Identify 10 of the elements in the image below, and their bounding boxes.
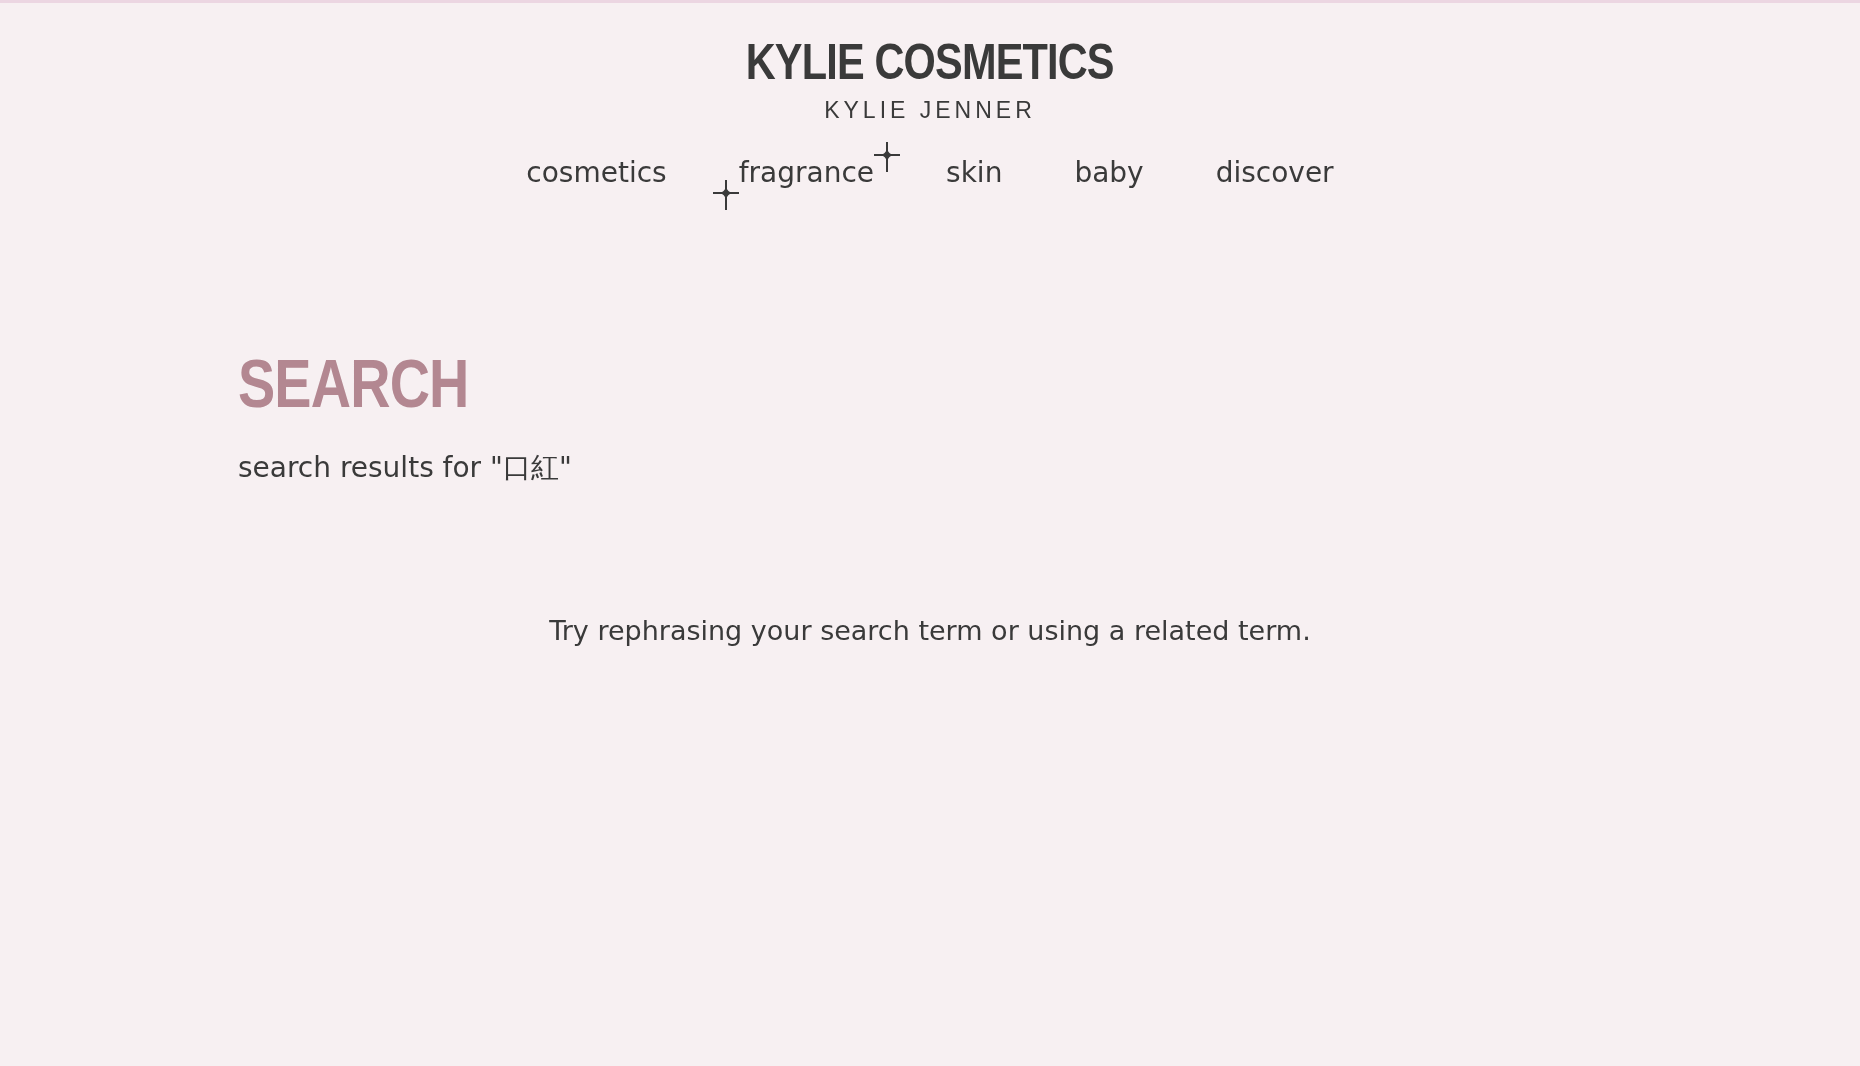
page-title: SEARCH [238,349,470,417]
nav-link[interactable]: baby [1074,156,1144,189]
search-results-text: search results for "口紅" [238,450,573,486]
no-results-message: Try rephrasing your search term or using a related term. [548,615,1312,646]
nav-link[interactable]: cosmetics [526,156,667,189]
nav-link[interactable]: discover [1215,156,1334,189]
nav-link[interactable]: fragrance [738,156,875,189]
brand-logo[interactable]: KYLIE COSMETICS [746,37,1114,87]
brand-tagline: KYLIE JENNER [824,97,1036,124]
nav-link[interactable]: skin [946,156,1003,189]
